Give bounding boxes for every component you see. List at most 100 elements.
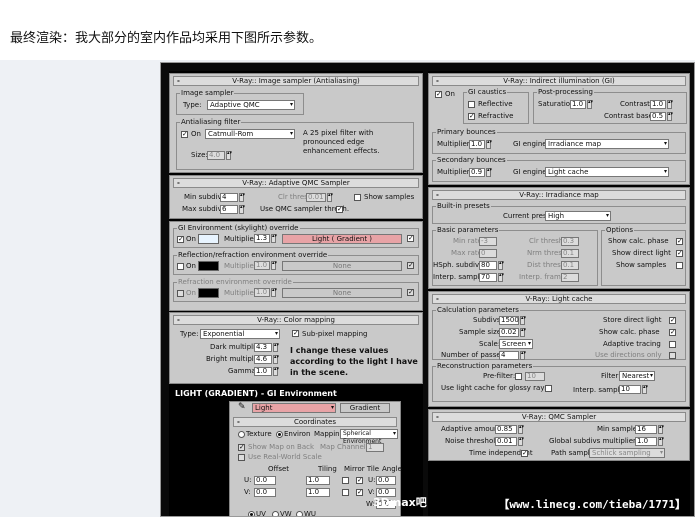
material-name-field[interactable]: Light: [252, 403, 336, 413]
spinner-arrows-icon[interactable]: ▴▾: [273, 367, 279, 376]
directions-only-checkbox[interactable]: [669, 352, 676, 359]
saturation-spinner[interactable]: 1.0: [570, 100, 586, 109]
adaptive-amount-spinner[interactable]: 0.85: [495, 425, 517, 434]
path-sampler-dropdown[interactable]: Schlick sampling: [589, 448, 665, 458]
size-spinner[interactable]: 4.0: [207, 151, 225, 160]
spinner-arrows-icon[interactable]: ▴▾: [518, 437, 524, 446]
gi-env-color-swatch[interactable]: [198, 234, 219, 244]
spinner-arrows-icon[interactable]: ▴▾: [327, 193, 333, 202]
gi-env-map-button[interactable]: Light ( Gradient ): [282, 234, 402, 244]
spinner-arrows-icon[interactable]: ▴▾: [271, 288, 277, 297]
image-sampler-header[interactable]: - V-Ray:: Image sampler (Antialiasing): [173, 76, 419, 86]
spinner-arrows-icon[interactable]: ▴▾: [239, 193, 245, 202]
refl-map-button[interactable]: None: [282, 261, 402, 271]
refl-on-checkbox[interactable]: [177, 263, 184, 270]
spinner-arrows-icon[interactable]: ▴▾: [271, 234, 277, 243]
spinner-arrows-icon[interactable]: ▴▾: [486, 140, 492, 149]
clr-thresh-spinner[interactable]: 0.3: [561, 237, 579, 246]
filter-type-dropdown[interactable]: Nearest: [619, 371, 655, 381]
prefilter-checkbox[interactable]: [515, 373, 522, 380]
color-mapping-header[interactable]: - V-Ray:: Color mapping: [173, 315, 419, 325]
spinner-arrows-icon[interactable]: ▴▾: [486, 168, 492, 177]
max-rate-spinner[interactable]: 0: [479, 249, 497, 258]
global-subdivs-spinner[interactable]: 1.0: [635, 437, 657, 446]
eyedropper-icon[interactable]: ✎: [238, 403, 246, 412]
passes-spinner[interactable]: 4: [499, 351, 519, 360]
adaptive-tracing-checkbox[interactable]: [669, 341, 676, 348]
lc-interp-spinner[interactable]: 10: [619, 385, 641, 394]
sampler-type-dropdown[interactable]: Adaptive QMC: [207, 100, 295, 110]
clr-thresh-spinner[interactable]: 0.01: [306, 193, 326, 202]
spinner-arrows-icon[interactable]: ▴▾: [239, 205, 245, 214]
spinner-arrows-icon[interactable]: ▴▾: [273, 343, 279, 352]
refr-color-swatch[interactable]: [198, 288, 219, 298]
refr-multiplier[interactable]: 1.0: [254, 288, 270, 297]
coordinates-header[interactable]: - Coordinates: [233, 417, 397, 427]
qmc-header[interactable]: - V-Ray:: QMC Sampler: [432, 412, 686, 422]
glossy-rays-checkbox[interactable]: [545, 385, 552, 392]
spinner-arrows-icon[interactable]: ▴▾: [587, 100, 593, 109]
spinner-arrows-icon[interactable]: ▴▾: [520, 351, 526, 360]
min-samples-spinner[interactable]: 16: [635, 425, 657, 434]
spinner-arrows-icon[interactable]: ▴▾: [658, 437, 664, 446]
preset-dropdown[interactable]: High: [545, 211, 611, 221]
max-subdivs-spinner[interactable]: 6: [220, 205, 238, 214]
show-map-checkbox[interactable]: ✓: [238, 444, 245, 451]
gi-env-on-checkbox[interactable]: ✓: [177, 236, 184, 243]
refl-map-checkbox[interactable]: ✓: [407, 262, 414, 269]
vw-radio[interactable]: [272, 511, 279, 516]
reflective-checkbox[interactable]: [468, 101, 475, 108]
irr-show-direct-checkbox[interactable]: ✓: [676, 250, 683, 257]
sample-size-spinner[interactable]: 0.02: [499, 328, 519, 337]
spinner-arrows-icon[interactable]: ▴▾: [658, 425, 664, 434]
adaptive-qmc-header[interactable]: - V-Ray:: Adaptive QMC Sampler: [173, 178, 419, 188]
real-world-checkbox[interactable]: [238, 454, 245, 461]
gamma-spinner[interactable]: 1.0: [254, 367, 272, 376]
noise-threshold-spinner[interactable]: 0.01: [495, 437, 517, 446]
scale-dropdown[interactable]: Screen: [499, 339, 533, 349]
refl-multiplier[interactable]: 1.0: [254, 261, 270, 270]
refr-map-checkbox[interactable]: ✓: [407, 289, 414, 296]
show-samples-checkbox[interactable]: [354, 194, 361, 201]
spinner-arrows-icon[interactable]: ▴▾: [520, 328, 526, 337]
lc-show-calc-checkbox[interactable]: ✓: [669, 329, 676, 336]
contrast-spinner[interactable]: 1.0: [650, 100, 666, 109]
nrm-thresh-spinner[interactable]: 0.1: [561, 249, 579, 258]
u-tiling[interactable]: 1.0: [306, 476, 330, 485]
store-direct-checkbox[interactable]: ✓: [669, 317, 676, 324]
sub-pixel-checkbox[interactable]: ✓: [292, 330, 299, 337]
u-tile-checkbox[interactable]: ✓: [356, 477, 363, 484]
refractive-checkbox[interactable]: ✓: [468, 113, 475, 120]
min-rate-spinner[interactable]: -3: [479, 237, 497, 246]
primary-engine-dropdown[interactable]: Irradiance map: [545, 139, 669, 149]
filter-dropdown[interactable]: Catmull-Rom: [205, 129, 295, 139]
dist-thresh-spinner[interactable]: 0.1: [561, 261, 579, 270]
primary-multiplier[interactable]: 1.0: [469, 140, 485, 149]
refr-on-checkbox[interactable]: [177, 290, 184, 297]
hsph-subdivs-spinner[interactable]: 80: [479, 261, 497, 270]
spinner-arrows-icon[interactable]: ▴▾: [667, 112, 673, 121]
map-channel-spinner[interactable]: 1: [366, 443, 384, 452]
prefilter-spinner[interactable]: 10: [525, 372, 545, 381]
mapping-dropdown[interactable]: Spherical Environment: [340, 429, 398, 445]
interp-samples-spinner[interactable]: 70: [479, 273, 497, 282]
environ-radio[interactable]: [276, 431, 283, 438]
gi-env-multiplier[interactable]: 1.3: [254, 234, 270, 243]
gi-env-map-checkbox[interactable]: ✓: [407, 235, 414, 242]
spinner-arrows-icon[interactable]: ▴▾: [498, 273, 504, 282]
indirect-header[interactable]: - V-Ray:: Indirect illumination (GI): [432, 76, 686, 86]
spinner-arrows-icon[interactable]: ▴▾: [520, 316, 526, 325]
irr-show-calc-checkbox[interactable]: ✓: [676, 238, 683, 245]
time-independent-checkbox[interactable]: ✓: [521, 450, 528, 457]
irr-show-samples-checkbox[interactable]: [676, 262, 683, 269]
u-mirror-checkbox[interactable]: [342, 477, 349, 484]
irradiance-header[interactable]: - V-Ray:: Irradiance map: [432, 190, 686, 200]
v-mirror-checkbox[interactable]: [342, 489, 349, 496]
refr-map-button[interactable]: None: [282, 288, 402, 298]
secondary-multiplier[interactable]: 0.9: [469, 168, 485, 177]
secondary-engine-dropdown[interactable]: Light cache: [545, 167, 669, 177]
lc-subdivs-spinner[interactable]: 1500: [499, 316, 519, 325]
color-map-type-dropdown[interactable]: Exponential: [200, 329, 280, 339]
spinner-arrows-icon[interactable]: ▴▾: [667, 100, 673, 109]
spinner-arrows-icon[interactable]: ▴▾: [226, 151, 232, 160]
